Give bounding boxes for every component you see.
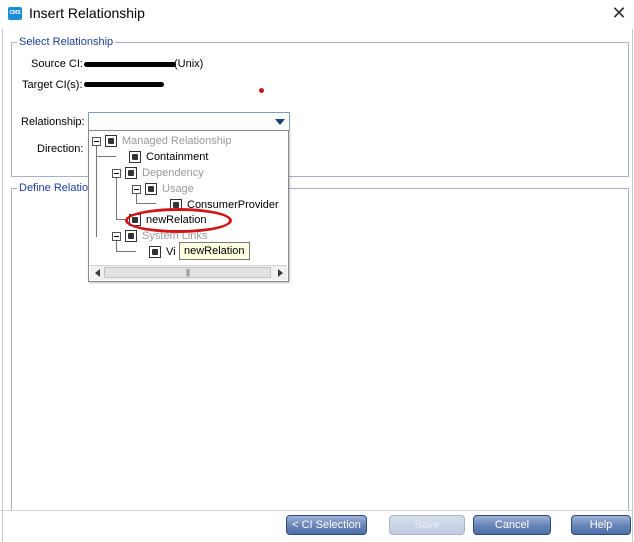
redacted-target-ci [84,82,164,87]
app-icon: CMS [8,7,22,20]
collapse-icon[interactable] [112,231,121,241]
tree-item-containment[interactable]: Containment [129,149,208,165]
relationship-label: Relationship: [21,116,85,128]
scrollbar-thumb[interactable]: ||| [104,267,271,278]
collapse-icon[interactable] [92,136,101,146]
cube-icon [125,230,137,242]
tree-line [96,156,116,157]
title-bar: CMS Insert Relationship ✕ [0,0,634,28]
source-ci-label: Source CI: [31,58,83,70]
cancel-button[interactable]: Cancel [473,515,551,535]
tree-line [116,251,136,252]
tree-item-dependency[interactable]: Dependency [112,165,204,181]
cube-icon [149,246,161,258]
chevron-down-icon[interactable] [271,113,289,130]
tree-item-usage[interactable]: Usage [132,181,194,197]
select-relationship-legend: Select Relationship [17,35,116,49]
footer-divider [0,510,634,511]
collapse-icon[interactable] [112,168,121,178]
target-ci-label: Target CI(s): [22,79,83,91]
cube-icon [129,151,141,163]
annotation-dot [259,88,264,93]
direction-label: Direction: [37,143,84,155]
cube-icon [145,183,157,195]
tree-item-label: Managed Relationship [122,135,232,147]
cube-icon [105,135,117,147]
help-button[interactable]: Help [571,515,631,535]
redacted-source-ci [84,62,176,67]
relationship-combo[interactable] [88,112,290,131]
grip-icon: ||| [185,267,190,277]
close-icon[interactable]: ✕ [608,2,630,24]
tree-item-managed-relationship[interactable]: Managed Relationship [92,133,231,149]
highlight-annotation [125,208,232,233]
ci-selection-button[interactable]: < CI Selection [286,515,367,535]
dialog-body: Select Relationship Define Relationship [2,29,633,542]
collapse-icon[interactable] [132,184,141,194]
tree-line [96,145,97,237]
tree-item-vi[interactable]: Vi [149,244,176,260]
horizontal-scrollbar[interactable]: ||| [90,265,287,280]
tree-item-label: Vi [166,246,176,258]
window-title: Insert Relationship [29,5,145,21]
tree-item-label: Dependency [142,167,204,179]
tooltip-new-relation: newRelation [179,242,250,260]
tree-item-label: Containment [146,151,209,163]
cube-icon [125,167,137,179]
tree-item-label: Usage [162,183,194,195]
scroll-left-icon[interactable] [90,266,104,280]
tree-line [136,203,156,204]
scroll-right-icon[interactable] [273,266,287,280]
tree-line [116,177,117,219]
save-button[interactable]: Save [389,515,465,535]
source-ci-type: (Unix) [174,58,204,70]
